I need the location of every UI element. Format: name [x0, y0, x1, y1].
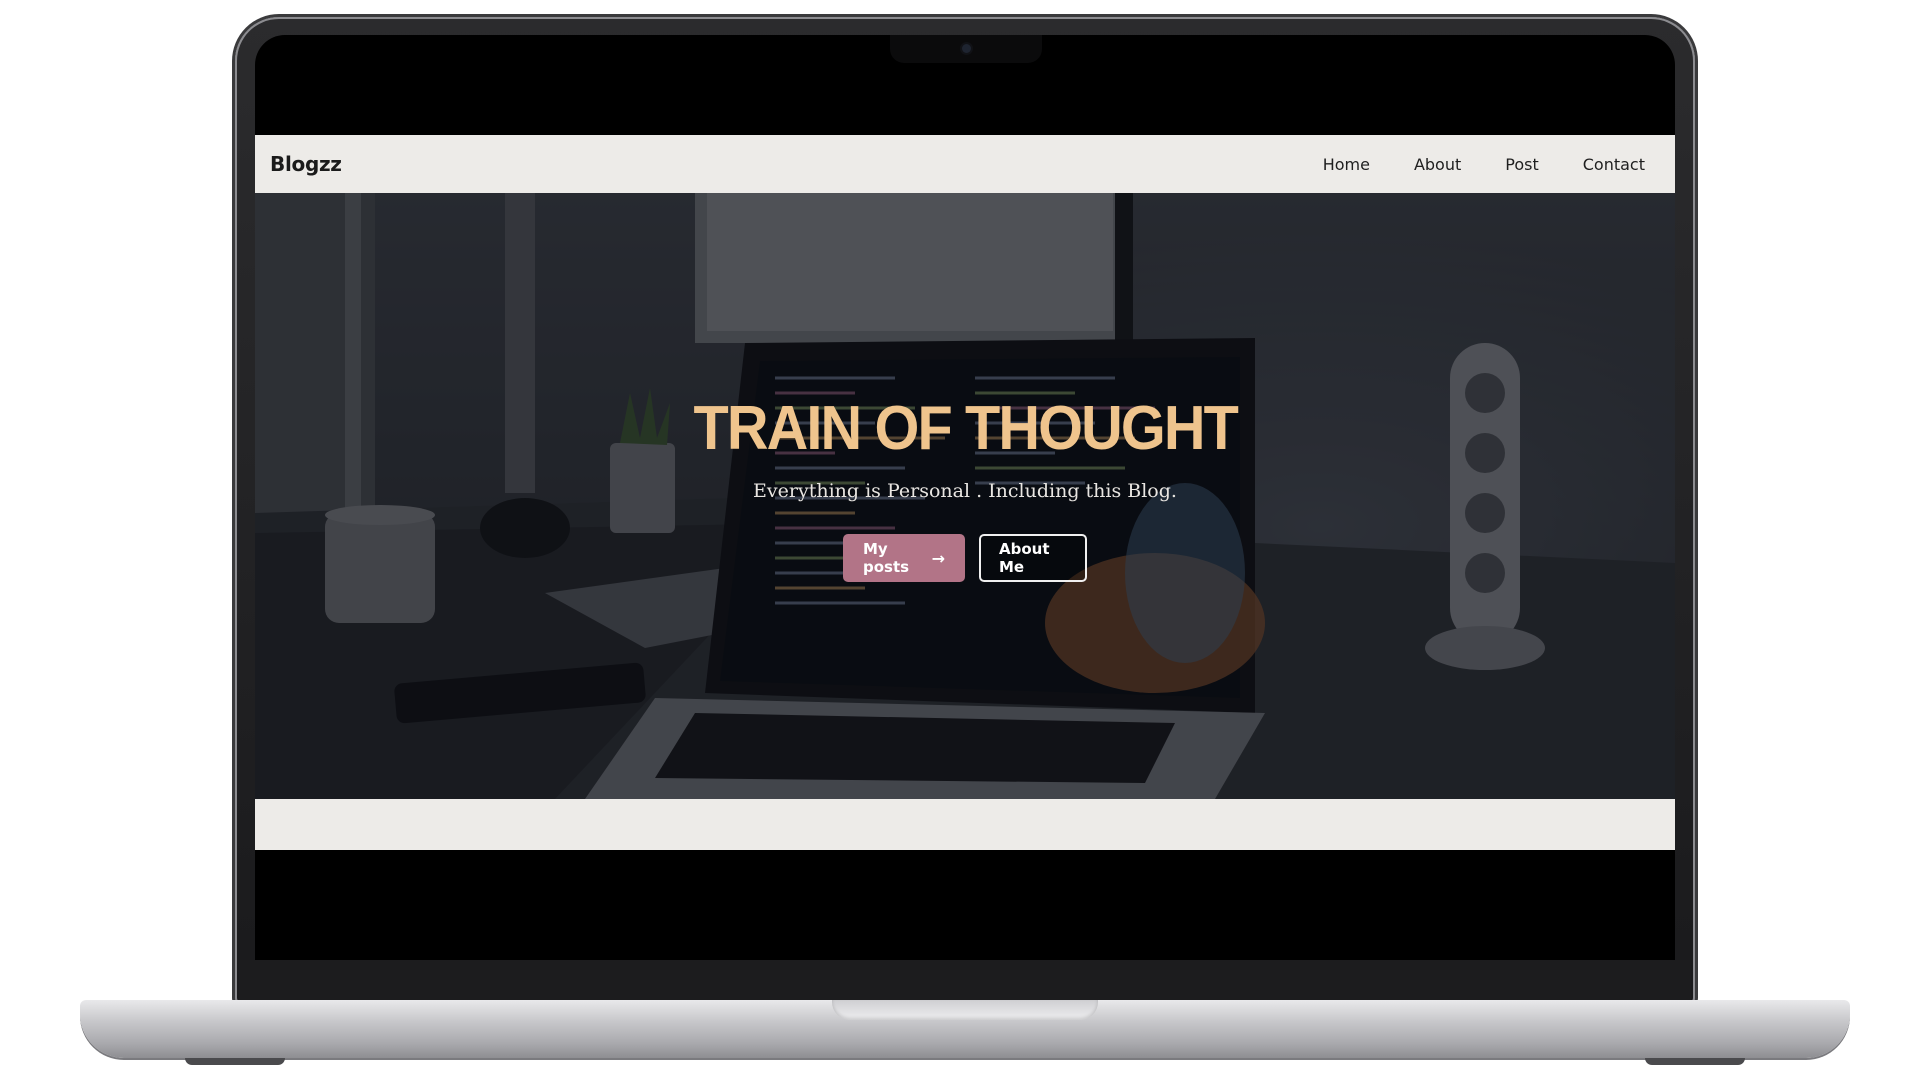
about-me-button-label: About Me — [999, 540, 1050, 576]
hero-subtitle: Everything is Personal . Including this … — [753, 480, 1177, 502]
laptop-foot-right — [1645, 1058, 1745, 1065]
nav-link-about[interactable]: About — [1414, 155, 1461, 174]
hero-title: TRAIN OF THOUGHT — [693, 394, 1238, 463]
hero-section: TRAIN OF THOUGHT Everything is Personal … — [255, 193, 1675, 799]
arrow-right-icon: → — [931, 548, 945, 568]
nav-link-home[interactable]: Home — [1323, 155, 1370, 174]
laptop-foot-left — [185, 1058, 285, 1065]
nav-link-post[interactable]: Post — [1505, 155, 1538, 174]
my-posts-button-label: My posts — [863, 540, 910, 576]
camera-icon — [962, 44, 971, 53]
hero-buttons: My posts → About Me — [843, 534, 1087, 582]
navbar: Blogzz Home About Post Contact — [255, 135, 1675, 193]
laptop-base-notch — [832, 1000, 1098, 1020]
website-viewport: Blogzz Home About Post Contact TRAIN OF … — [255, 135, 1675, 850]
my-posts-button[interactable]: My posts → — [843, 534, 965, 582]
hero-content: TRAIN OF THOUGHT Everything is Personal … — [255, 398, 1675, 582]
screen-chin — [239, 960, 1691, 1002]
page-below-hero — [255, 799, 1675, 850]
mockup-stage: Blogzz Home About Post Contact TRAIN OF … — [0, 0, 1920, 1080]
nav-link-contact[interactable]: Contact — [1583, 155, 1645, 174]
nav-links: Home About Post Contact — [1279, 155, 1645, 174]
brand-logo[interactable]: Blogzz — [270, 152, 342, 176]
about-me-button[interactable]: About Me — [979, 534, 1087, 582]
